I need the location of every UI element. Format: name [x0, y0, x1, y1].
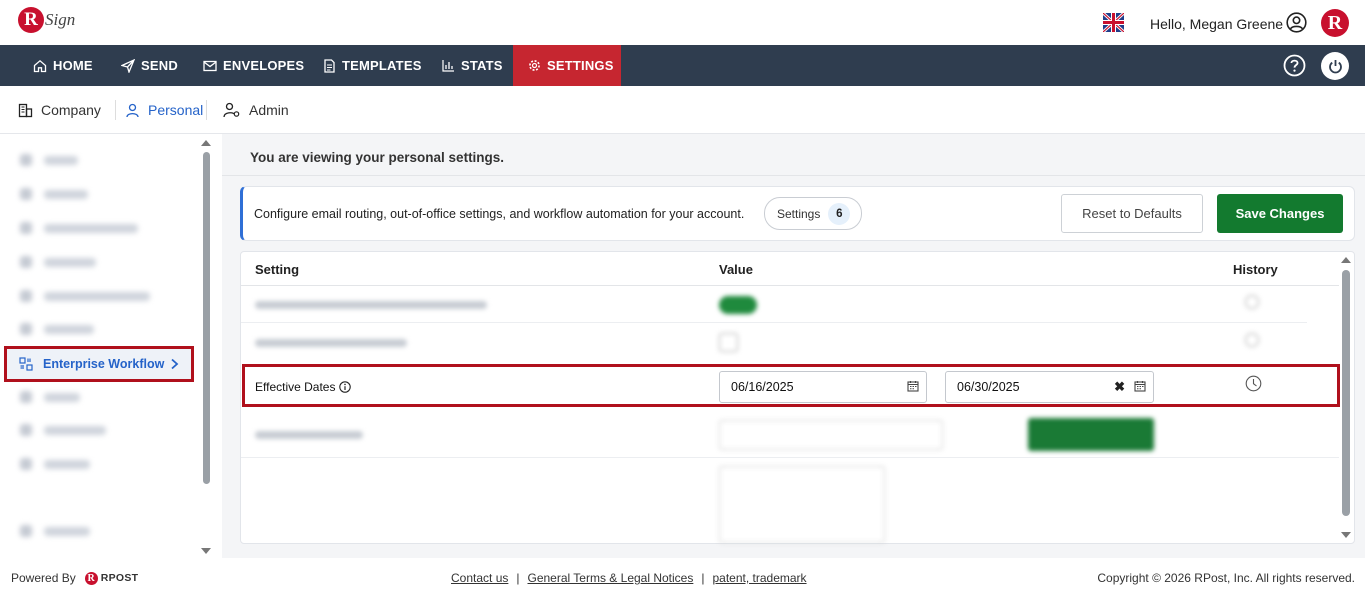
gear-icon [529, 60, 540, 71]
toggle-switch[interactable] [719, 296, 757, 314]
tab-divider [115, 100, 116, 120]
count-badge: 6 [828, 202, 851, 225]
chevron-right-icon [171, 358, 179, 370]
tab-divider [206, 100, 207, 120]
checkbox[interactable] [719, 333, 738, 352]
footer: Powered By R RPOST Contact us | General … [0, 558, 1365, 596]
building-icon [18, 103, 33, 117]
save-changes-button[interactable]: Save Changes [1217, 194, 1343, 233]
powered-by: Powered By R RPOST [11, 571, 139, 585]
add-workflow-button[interactable] [1028, 418, 1154, 451]
history-icon[interactable] [1245, 295, 1259, 309]
calendar-icon[interactable] [1134, 380, 1146, 392]
workflow-select[interactable] [719, 420, 943, 450]
calendar-icon[interactable] [907, 380, 919, 392]
table-scrollbar[interactable] [1342, 270, 1350, 516]
table-scroll-up-arrow[interactable] [1341, 257, 1351, 263]
sidebar-item-blurred[interactable] [20, 420, 106, 440]
nav-home[interactable]: HOME [33, 45, 93, 86]
greeting-text: Hello, Megan Greene [1150, 16, 1284, 32]
sidebar-item-blurred[interactable] [20, 286, 150, 306]
start-date-input[interactable]: 06/16/2025 [719, 371, 927, 403]
top-bar: R Sign Hello, Megan Greene R [0, 0, 1365, 45]
sidebar-item-blurred[interactable] [20, 319, 94, 339]
reset-defaults-button[interactable]: Reset to Defaults [1061, 194, 1203, 233]
divider [222, 175, 1365, 176]
viewing-notice: You are viewing your personal settings. [250, 150, 505, 165]
patent-link[interactable]: patent, trademark [712, 571, 806, 585]
sidebar-item-blurred[interactable] [20, 387, 80, 407]
sidebar-scroll-up-arrow[interactable] [201, 140, 211, 146]
end-date-input[interactable]: 06/30/2025 ✖ [945, 371, 1154, 403]
sidebar-item-blurred[interactable] [20, 150, 78, 170]
nav-send[interactable]: SEND [121, 45, 178, 86]
row-divider [241, 322, 1307, 323]
footer-links: Contact us | General Terms & Legal Notic… [451, 571, 807, 585]
contact-us-link[interactable]: Contact us [451, 571, 508, 585]
logo-text: Sign [45, 10, 76, 29]
table-scroll-down-arrow[interactable] [1341, 532, 1351, 538]
info-text: Configure email routing, out-of-office s… [254, 207, 745, 221]
tab-admin[interactable]: Admin [223, 86, 289, 134]
column-header-history: History [1233, 262, 1278, 277]
nav-stats[interactable]: STATS [442, 45, 503, 86]
terms-link[interactable]: General Terms & Legal Notices [528, 571, 694, 585]
power-icon [1328, 59, 1342, 73]
copyright-text: Copyright © 2026 RPost, Inc. All rights … [1097, 571, 1355, 585]
info-icon[interactable] [339, 381, 352, 393]
sidebar-item-blurred[interactable] [20, 218, 138, 238]
logo-r-mark: R [18, 7, 44, 33]
sidebar-item-blurred[interactable] [20, 252, 96, 272]
rpost-r-mark: R [84, 571, 98, 585]
nav-templates[interactable]: TEMPLATES [323, 45, 422, 86]
clear-date-icon[interactable]: ✖ [1114, 379, 1125, 395]
nav-settings[interactable]: SETTINGS [513, 45, 621, 86]
bar-chart-icon [442, 60, 454, 72]
send-icon [121, 58, 135, 73]
main-nav: HOME SEND ENVELOPES TEMPLATES STATS SETT… [0, 45, 1365, 86]
brand-r-icon[interactable]: R [1321, 9, 1349, 37]
settings-count-badge: Settings 6 [764, 197, 862, 230]
document-icon [324, 58, 335, 73]
uk-flag-icon[interactable] [1103, 13, 1124, 32]
column-header-setting: Setting [255, 262, 300, 277]
nav-envelopes[interactable]: ENVELOPES [203, 45, 304, 86]
history-icon[interactable] [1245, 333, 1259, 347]
person-icon [126, 103, 139, 117]
user-profile-icon[interactable] [1286, 12, 1307, 33]
sidebar-scrollbar[interactable] [203, 152, 210, 484]
tab-personal[interactable]: Personal [125, 86, 203, 134]
home-icon [33, 59, 47, 72]
logout-button[interactable] [1321, 52, 1349, 80]
row-divider [241, 457, 1339, 458]
rpost-logo[interactable]: R RPOST [84, 571, 139, 585]
rsign-logo[interactable]: R Sign [18, 7, 75, 33]
tab-company[interactable]: Company [18, 86, 101, 134]
settings-scope-tabs: Company Personal Admin [0, 86, 1365, 134]
help-icon[interactable] [1283, 54, 1306, 77]
envelope-icon [203, 60, 217, 71]
sidebar-item-label: Enterprise Workflow [43, 357, 165, 371]
workflow-icon [19, 357, 33, 371]
sidebar-scroll-down-arrow[interactable] [201, 548, 211, 554]
column-header-value: Value [719, 262, 753, 277]
sidebar-item-blurred[interactable] [20, 184, 88, 204]
header-divider [241, 285, 1339, 286]
history-clock-icon[interactable] [1245, 375, 1262, 392]
sidebar-item-blurred[interactable] [20, 521, 90, 541]
sidebar-item-enterprise-workflow[interactable]: Enterprise Workflow [4, 346, 194, 382]
admin-user-icon [223, 102, 240, 118]
effective-dates-label: Effective Dates [255, 380, 352, 394]
sidebar-item-blurred[interactable] [20, 454, 90, 474]
